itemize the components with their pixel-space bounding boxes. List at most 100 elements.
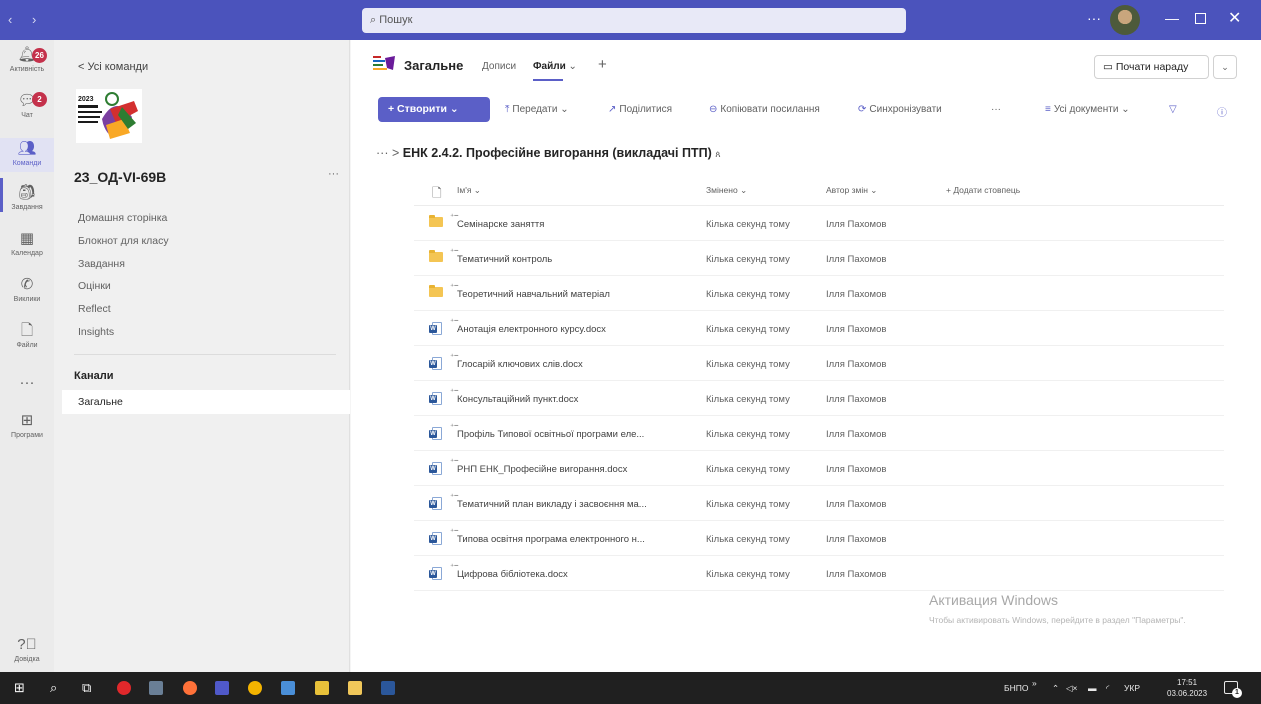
tray-overflow[interactable]: » (1032, 678, 1037, 688)
create-button[interactable]: + Створити ⌄ (378, 97, 490, 122)
word-icon[interactable] (381, 681, 395, 695)
app-help[interactable]: ?⃝ Довідка (0, 636, 54, 670)
settings-more-button[interactable]: ··· (1087, 10, 1101, 26)
file-name[interactable]: Профіль Типової освітньої програми еле..… (457, 429, 644, 440)
nav-grades[interactable]: Оцінки (78, 280, 111, 292)
avatar[interactable] (1110, 5, 1140, 35)
table-row[interactable]: ⁺ⲻ Семінарске заняття Кілька секунд тому Іл… (414, 206, 1224, 241)
file-type-icon[interactable]: 🗋 (432, 184, 442, 205)
table-row[interactable]: W ⁺ⲻ Типова освітня програма електронного … (414, 521, 1224, 556)
column-modified[interactable]: Змінено ⌄ (706, 185, 747, 196)
sync-button[interactable]: ⟳ Синхронізувати (858, 104, 942, 115)
chevron-up-icon[interactable]: ⌃ (1052, 683, 1059, 694)
app-icon[interactable] (149, 681, 163, 695)
copy-link-button[interactable]: ⊖ Копіювати посилання (709, 104, 820, 115)
table-row[interactable]: ⁺ⲻ Тематичний контроль Кілька секунд тому І… (414, 241, 1224, 276)
nav-reflect[interactable]: Reflect (78, 303, 111, 315)
meet-now-button[interactable]: ▭ Почати нараду (1094, 55, 1209, 79)
tab-files[interactable]: Файли ⌄ (533, 61, 577, 72)
toolbar-more-button[interactable]: ··· (991, 104, 1001, 115)
app-activity[interactable]: 🔔︎ Активність 26 (0, 46, 54, 82)
column-name[interactable]: Ім'я ⌄ (457, 185, 481, 196)
app-icon[interactable] (281, 681, 295, 695)
filter-button[interactable]: ▽ (1169, 104, 1180, 115)
file-name[interactable]: Тематичний план викладу і засвоєння ма..… (457, 499, 647, 510)
column-author[interactable]: Автор змін ⌄ (826, 185, 877, 196)
app-files[interactable]: 🗋 Файли (0, 322, 54, 356)
table-row[interactable]: W ⁺ⲻ Глосарій ключових слів.docx Кілька сек… (414, 346, 1224, 381)
nav-home-page[interactable]: Домашня сторінка (78, 212, 167, 224)
network-icon[interactable]: ◜ (1106, 683, 1109, 694)
info-button[interactable]: ⓘ (1217, 104, 1230, 119)
file-name[interactable]: Семінарске заняття (457, 219, 544, 230)
app-assignments[interactable]: 🎒︎ Завдання (0, 184, 54, 218)
nav-assignments[interactable]: Завдання (78, 258, 125, 270)
people-icon[interactable]: ጰ (715, 149, 720, 159)
calendar-icon: ▦ (19, 230, 35, 247)
opera-icon[interactable] (117, 681, 131, 695)
table-row[interactable]: W ⁺ⲻ Профіль Типової освітньої програми ел… (414, 416, 1224, 451)
share-button[interactable]: ↗ Поділитися (608, 104, 672, 115)
team-more-button[interactable]: ··· (328, 168, 339, 180)
tab-posts[interactable]: Дописи (482, 61, 516, 72)
input-language[interactable]: УКР (1124, 683, 1140, 693)
app-bar: 🔔︎ Активність 26 💬︎ Чат 2 👥︎ Команди 🎒︎ … (0, 40, 54, 672)
table-row[interactable]: W ⁺ⲻ Анотація електронного курсу.docx Кільк… (414, 311, 1224, 346)
file-modified: Кілька секунд тому (706, 324, 790, 335)
table-row[interactable]: ⁺ⲻ Теоретичний навчальний матеріал Кілька … (414, 276, 1224, 311)
file-name[interactable]: Анотація електронного курсу.docx (457, 324, 606, 335)
file-author: Ілля Пахомов (826, 289, 887, 300)
nav-class-notebook[interactable]: Блокнот для класу (78, 235, 169, 247)
notification-badge: 1 (1232, 688, 1242, 698)
file-name[interactable]: РНП ЕНК_Професійне вигорання.docx (457, 464, 627, 475)
nav-insights[interactable]: Insights (78, 326, 114, 338)
add-tab-button[interactable]: + (598, 56, 607, 73)
clock[interactable]: 17:51 03.06.2023 (1167, 677, 1207, 699)
teams-taskbar-icon[interactable] (215, 681, 229, 695)
volume-icon[interactable]: ◁× (1066, 683, 1078, 694)
app-more[interactable]: ··· (0, 374, 54, 394)
start-icon[interactable]: ⊞ (14, 681, 25, 695)
all-teams-link[interactable]: < Усі команди (78, 61, 148, 73)
app-apps[interactable]: ⊞ Програми (0, 412, 54, 446)
table-row[interactable]: W ⁺ⲻ Цифрова бібліотека.docx Кілька секунд … (414, 556, 1224, 591)
maximize-button[interactable] (1195, 13, 1206, 24)
file-name[interactable]: Тематичний контроль (457, 254, 552, 265)
view-selector[interactable]: ≡ Усі документи ⌄ (1045, 104, 1130, 115)
meet-dropdown-button[interactable]: ⌄ (1213, 55, 1237, 79)
channel-general[interactable]: Загальне (62, 390, 350, 414)
taskbar: ⊞ ⌕ ⧉ БНПО » ⌃ ◁× ▬ ◜ УКР 17:51 03.06.20… (0, 672, 1261, 704)
firefox-icon[interactable] (183, 681, 197, 695)
table-row[interactable]: W ⁺ⲻ Консультаційний пункт.docx Кілька секу… (414, 381, 1224, 416)
file-name[interactable]: Цифрова бібліотека.docx (457, 569, 568, 580)
file-name[interactable]: Типова освітня програма електронного н..… (457, 534, 645, 545)
app-teams[interactable]: 👥︎ Команди (0, 138, 54, 172)
title-bar: ‹ › ⌕ Пошук ··· — ✕ (0, 0, 1261, 40)
file-name[interactable]: Консультаційний пункт.docx (457, 394, 578, 405)
app-chat[interactable]: 💬︎ Чат 2 (0, 92, 54, 126)
search-input[interactable]: ⌕ Пошук (362, 8, 906, 33)
battery-icon[interactable]: ▬ (1088, 683, 1097, 693)
phone-icon: ✆ (20, 276, 34, 293)
table-row[interactable]: W ⁺ⲻ РНП ЕНК_Професійне вигорання.docx Кіль… (414, 451, 1224, 486)
add-column-button[interactable]: + Додати стовпець (946, 185, 1020, 195)
file-name[interactable]: Теоретичний навчальний матеріал (457, 289, 610, 300)
assignments-icon: 🎒︎ (17, 184, 37, 201)
upload-button[interactable]: ⤒ Передати ⌄ (505, 104, 569, 115)
table-row[interactable]: W ⁺ⲻ Тематичний план викладу і засвоєння м… (414, 486, 1224, 521)
app-calendar[interactable]: ▦ Календар (0, 230, 54, 264)
language-indicator[interactable]: БНПО (1004, 683, 1028, 693)
file-explorer-icon[interactable] (348, 681, 362, 695)
close-button[interactable]: ✕ (1228, 8, 1241, 28)
chrome-icon[interactable] (248, 681, 262, 695)
search-icon[interactable]: ⌕ (50, 681, 57, 695)
filter-icon: ▽ (1169, 104, 1177, 115)
task-view-icon[interactable]: ⧉ (82, 681, 91, 695)
history-nav[interactable]: ‹ › (8, 12, 44, 27)
file-author: Ілля Пахомов (826, 569, 887, 580)
minimize-button[interactable]: — (1165, 10, 1179, 26)
breadcrumb-overflow[interactable]: ··· > (376, 146, 399, 160)
app-calls[interactable]: ✆ Виклики (0, 276, 54, 310)
app-icon[interactable] (315, 681, 329, 695)
file-name[interactable]: Глосарій ключових слів.docx (457, 359, 583, 370)
